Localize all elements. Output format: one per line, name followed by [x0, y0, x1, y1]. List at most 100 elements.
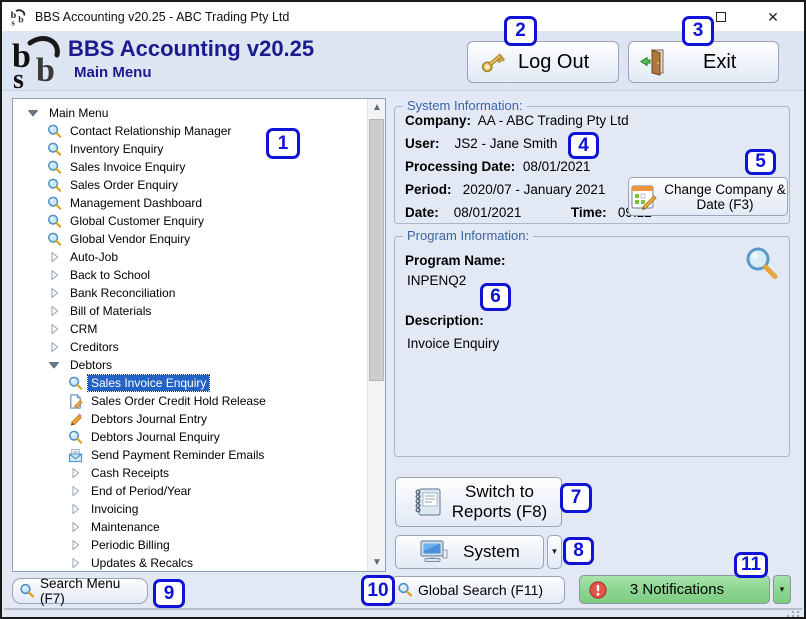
program-search-icon[interactable] [743, 245, 779, 281]
switch-to-reports-button[interactable]: Switch to Reports (F8) [395, 477, 562, 527]
magnifier-icon [46, 141, 62, 157]
tree-item-cash-receipts[interactable]: Cash Receipts [13, 464, 367, 482]
notifications-button[interactable]: 3 Notifications [579, 575, 770, 604]
tree-item-label: Auto-Job [67, 249, 121, 265]
doc-pencil-icon [67, 393, 83, 409]
company-row: Company: AA - ABC Trading Pty Ltd [405, 113, 629, 128]
global-search-button[interactable]: Global Search (F11) [390, 576, 565, 604]
exit-button[interactable]: Exit [628, 41, 779, 83]
notifications-dropdown-button[interactable]: ▼ [773, 575, 791, 604]
tree-item-bill-of-materials[interactable]: Bill of Materials [13, 302, 367, 320]
search-menu-label: Search Menu (F7) [40, 576, 147, 606]
tree-expanded-icon[interactable] [25, 105, 41, 121]
tree-item-auto-job[interactable]: Auto-Job [13, 248, 367, 266]
tree-item-label: Bank Reconciliation [67, 285, 178, 301]
tree-collapsed-icon[interactable] [67, 483, 83, 499]
annotation-marker-4: 4 [568, 132, 599, 159]
tree-collapsed-icon[interactable] [46, 303, 62, 319]
tree-item-back-to-school[interactable]: Back to School [13, 266, 367, 284]
tree-item-main-menu[interactable]: Main Menu [13, 104, 367, 122]
tree-item-periodic-billing[interactable]: Periodic Billing [13, 536, 367, 554]
time-label: Time: [571, 205, 607, 220]
tree-collapsed-icon[interactable] [67, 519, 83, 535]
system-dropdown-button[interactable]: ▼ [547, 535, 562, 569]
tree-item-label: Cash Receipts [88, 465, 172, 481]
tree-item-contact-relationship-manager[interactable]: Contact Relationship Manager [13, 122, 367, 140]
tree-item-debtors-journal-enquiry[interactable]: Debtors Journal Enquiry [13, 428, 367, 446]
tree-item-label: Global Customer Enquiry [67, 213, 207, 229]
calendar-pencil-icon [630, 183, 658, 211]
page-subtitle: Main Menu [74, 64, 152, 81]
tree-item-maintenance[interactable]: Maintenance [13, 518, 367, 536]
tree-collapsed-icon[interactable] [46, 285, 62, 301]
tree-item-label: Updates & Recalcs [88, 555, 196, 571]
app-window: b b s BBS Accounting v20.25 - ABC Tradin… [0, 0, 806, 619]
pencil-icon [67, 411, 83, 427]
magnifier-icon [46, 231, 62, 247]
change-company-date-button[interactable]: Change Company & Date (F3) [628, 177, 788, 216]
resize-grip[interactable] [786, 610, 800, 618]
log-out-label: Log Out [518, 51, 589, 74]
tree-collapsed-icon[interactable] [46, 249, 62, 265]
program-information-legend: Program Information: [403, 228, 533, 243]
user-label: User: [405, 136, 440, 151]
annotation-marker-8: 8 [563, 537, 594, 565]
tree-collapsed-icon[interactable] [67, 501, 83, 517]
tree-item-label: End of Period/Year [88, 483, 194, 499]
company-value: AA - ABC Trading Pty Ltd [478, 113, 629, 128]
search-menu-button[interactable]: Search Menu (F7) [12, 578, 148, 604]
tree-item-global-vendor-enquiry[interactable]: Global Vendor Enquiry [13, 230, 367, 248]
tree-item-sales-invoice-enquiry[interactable]: Sales Invoice Enquiry [13, 374, 367, 392]
tree-item-label: Sales Order Credit Hold Release [88, 393, 269, 409]
tree-item-label: Sales Invoice Enquiry [67, 159, 188, 175]
tree-expanded-icon[interactable] [46, 357, 62, 373]
period-value: 2020/07 - January 2021 [463, 182, 606, 197]
tree-item-management-dashboard[interactable]: Management Dashboard [13, 194, 367, 212]
magnifier-icon [46, 123, 62, 139]
tree-item-inventory-enquiry[interactable]: Inventory Enquiry [13, 140, 367, 158]
tree-item-send-payment-reminder-emails[interactable]: Send Payment Reminder Emails [13, 446, 367, 464]
annotation-marker-5: 5 [745, 149, 776, 175]
tree-item-sales-invoice-enquiry[interactable]: Sales Invoice Enquiry [13, 158, 367, 176]
tree-item-sales-order-enquiry[interactable]: Sales Order Enquiry [13, 176, 367, 194]
tree-item-bank-reconciliation[interactable]: Bank Reconciliation [13, 284, 367, 302]
tree-collapsed-icon[interactable] [67, 555, 83, 571]
tree-item-label: Maintenance [88, 519, 163, 535]
system-computer-icon [419, 538, 449, 566]
tree-item-debtors[interactable]: Debtors [13, 356, 367, 374]
description-value: Invoice Enquiry [407, 336, 499, 351]
close-button[interactable]: ✕ [750, 2, 796, 31]
tree-item-invoicing[interactable]: Invoicing [13, 500, 367, 518]
scroll-down-icon[interactable]: ▼ [368, 554, 386, 571]
tree-item-debtors-journal-entry[interactable]: Debtors Journal Entry [13, 410, 367, 428]
tree-item-end-of-period-year[interactable]: End of Period/Year [13, 482, 367, 500]
processing-date-value: 08/01/2021 [523, 159, 591, 174]
svg-text:b: b [18, 14, 24, 25]
tree-item-updates-recalcs[interactable]: Updates & Recalcs [13, 554, 367, 571]
tree-collapsed-icon[interactable] [46, 339, 62, 355]
bottom-divider [4, 608, 802, 610]
tree-collapsed-icon[interactable] [46, 267, 62, 283]
magnifier-icon [46, 159, 62, 175]
tree-collapsed-icon[interactable] [67, 537, 83, 553]
tree-item-label: Invoicing [88, 501, 141, 517]
bbs-logo: b b s [10, 33, 68, 90]
tree-item-creditors[interactable]: Creditors [13, 338, 367, 356]
tree-item-global-customer-enquiry[interactable]: Global Customer Enquiry [13, 212, 367, 230]
chevron-down-icon: ▼ [778, 586, 786, 594]
tree-item-sales-order-credit-hold-release[interactable]: Sales Order Credit Hold Release [13, 392, 367, 410]
scroll-up-icon[interactable]: ▲ [368, 99, 386, 116]
tree-collapsed-icon[interactable] [46, 321, 62, 337]
tree-item-crm[interactable]: CRM [13, 320, 367, 338]
global-search-label: Global Search (F11) [418, 582, 543, 598]
tree-item-label: Send Payment Reminder Emails [88, 447, 267, 463]
tree-item-label: Periodic Billing [88, 537, 173, 553]
exit-door-icon [639, 48, 667, 76]
annotation-marker-3: 3 [682, 16, 714, 46]
system-button[interactable]: System [395, 535, 544, 569]
window-title: BBS Accounting v20.25 - ABC Trading Pty … [35, 10, 289, 24]
tree-collapsed-icon[interactable] [67, 465, 83, 481]
log-out-button[interactable]: Log Out [467, 41, 619, 83]
tree-scrollbar[interactable]: ▲ ▼ [367, 99, 385, 571]
scrollbar-thumb[interactable] [369, 119, 384, 381]
